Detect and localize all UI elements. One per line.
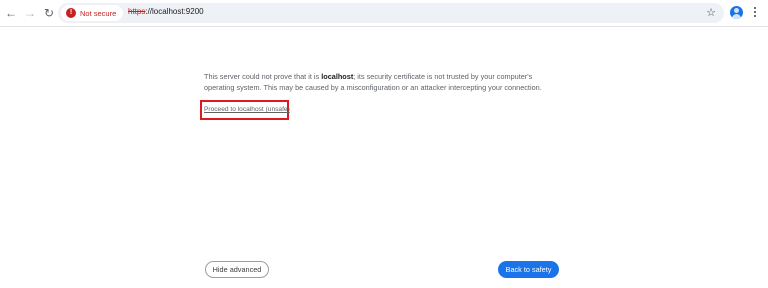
address-bar[interactable]: ! Not secure https://localhost:9200 ☆ <box>58 3 724 23</box>
certificate-warning-message: This server could not prove that it is l… <box>204 71 564 93</box>
menu-icon[interactable] <box>752 5 758 21</box>
message-text-start: This server could not prove that it is <box>204 72 322 81</box>
url-text[interactable]: https://localhost:9200 <box>128 7 204 16</box>
message-host: localhost <box>321 72 354 81</box>
proceed-unsafe-link[interactable]: Proceed to localhost (unsafe) <box>204 106 290 113</box>
profile-icon[interactable] <box>730 6 743 19</box>
not-secure-label: Not secure <box>80 8 117 18</box>
browser-toolbar: ← → ↻ ! Not secure https://localhost:920… <box>0 0 768 27</box>
hide-advanced-button[interactable]: Hide advanced <box>205 261 269 278</box>
warning-icon: ! <box>66 8 76 18</box>
url-scheme: https <box>128 7 146 16</box>
back-arrow-icon[interactable]: ← <box>3 5 19 21</box>
forward-arrow-icon[interactable]: → <box>22 5 38 21</box>
url-host: ://localhost:9200 <box>145 7 204 16</box>
security-chip[interactable]: ! Not secure <box>61 5 124 21</box>
profile-avatar-body <box>732 14 741 19</box>
back-to-safety-button[interactable]: Back to safety <box>498 261 559 278</box>
bookmark-star-icon[interactable]: ☆ <box>706 5 716 21</box>
profile-avatar-head <box>734 8 739 13</box>
reload-icon[interactable]: ↻ <box>41 5 57 21</box>
